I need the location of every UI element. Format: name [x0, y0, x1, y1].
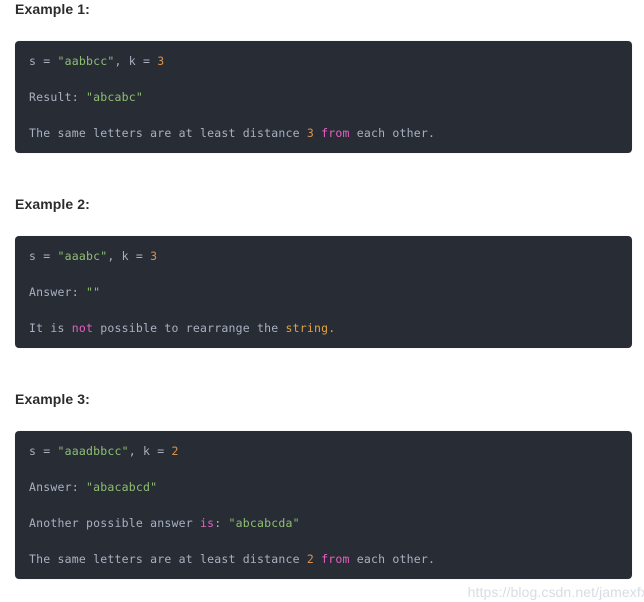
code-token-default: The same letters are at least distance [29, 126, 307, 140]
code-line: The same letters are at least distance 2… [29, 553, 618, 565]
code-line-gap [29, 493, 618, 517]
code-token-keyword: from [321, 126, 350, 140]
code-token-keyword: not [71, 321, 94, 335]
code-token-default: , k = [128, 444, 172, 458]
code-token-default: : [214, 516, 229, 530]
code-token-default: Answer: [29, 285, 86, 299]
site-watermark: https://blog.csdn.net/jamexfx [467, 584, 644, 600]
example-section-2: Example 2: s = "aaabc", k = 3 Answer: "" I… [0, 195, 644, 348]
code-token-default [314, 126, 321, 140]
code-block-3: s = "aaadbbcc", k = 2 Answer: "abacabcd" A… [15, 431, 632, 579]
code-token-number: 2 [306, 552, 314, 566]
code-token-default: Result: [29, 90, 86, 104]
code-token-string: "aabbcc" [57, 54, 115, 68]
code-token-number: 3 [150, 249, 158, 263]
code-token-builtin: string [285, 321, 329, 335]
code-token-default: s = [29, 249, 58, 263]
code-token-default: It is [29, 321, 72, 335]
code-token-string: "aaabc" [57, 249, 108, 263]
code-token-default: The same letters are at least distance [29, 552, 307, 566]
code-token-builtin: . [328, 321, 336, 335]
code-token-number: 3 [157, 54, 165, 68]
code-token-keyword: from [321, 552, 350, 566]
code-block-1: s = "aabbcc", k = 3 Result: "abcabc" The s… [15, 41, 632, 153]
code-line: Another possible answer is: "abcabcda" [29, 517, 618, 529]
code-line-gap [29, 103, 618, 127]
example-heading-2: Example 2: [15, 196, 90, 212]
code-token-default [314, 552, 321, 566]
code-token-default: s = [29, 444, 58, 458]
code-line: The same letters are at least distance 3… [29, 127, 618, 139]
code-block-2: s = "aaabc", k = 3 Answer: "" It is not po… [15, 236, 632, 348]
code-line-gap [29, 67, 618, 91]
code-line-gap [29, 262, 618, 286]
code-line-gap [29, 298, 618, 322]
code-line: Result: "abcabc" [29, 91, 618, 103]
code-line-gap [29, 457, 618, 481]
article-page: Example 1: s = "aabbcc", k = 3 Result: "a… [0, 0, 644, 602]
code-token-number: 3 [306, 126, 314, 140]
code-line: s = "aaabc", k = 3 [29, 250, 618, 262]
code-line: s = "aaadbbcc", k = 2 [29, 445, 618, 457]
code-token-keyword: is [199, 516, 215, 530]
code-token-number: 2 [171, 444, 179, 458]
code-token-default: Answer: [29, 480, 86, 494]
code-token-string: "abacabcd" [86, 480, 158, 494]
code-token-string: "" [86, 285, 101, 299]
code-token-default: s = [29, 54, 58, 68]
code-token-default: , k = [107, 249, 151, 263]
example-section-1: Example 1: s = "aabbcc", k = 3 Result: "a… [0, 0, 644, 153]
code-line: s = "aabbcc", k = 3 [29, 55, 618, 67]
code-line: It is not possible to rearrange the stri… [29, 322, 618, 334]
example-section-3: Example 3: s = "aaadbbcc", k = 2 Answer: … [0, 390, 644, 579]
code-token-default: Another possible answer [29, 516, 200, 530]
code-token-default: each other. [349, 126, 436, 140]
example-heading-3: Example 3: [15, 391, 90, 407]
code-token-string: "abcabcda" [228, 516, 300, 530]
code-line: Answer: "" [29, 286, 618, 298]
code-token-default: , k = [114, 54, 158, 68]
example-heading-1: Example 1: [15, 1, 90, 17]
code-line: Answer: "abacabcd" [29, 481, 618, 493]
code-token-string: "abcabc" [86, 90, 143, 104]
code-token-default: each other. [349, 552, 436, 566]
code-line-gap [29, 529, 618, 553]
code-token-string: "aaadbbcc" [57, 444, 129, 458]
code-token-default: possible to rearrange the [93, 321, 286, 335]
